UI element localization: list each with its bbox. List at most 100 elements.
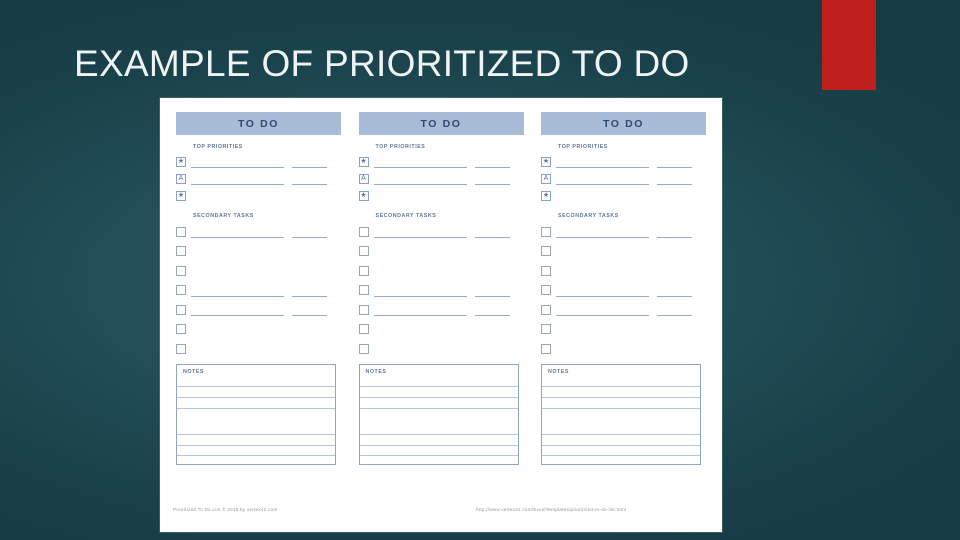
notes-box[interactable]: NOTES [176,363,336,465]
star-icon[interactable]: ★ [541,190,551,201]
notes-ruled-line[interactable] [542,386,700,397]
secondary-due-input-line[interactable] [657,343,692,355]
priority-task-input-line[interactable] [191,173,284,185]
secondary-due-input-line[interactable] [292,323,327,335]
secondary-due-input-line[interactable] [292,245,327,257]
secondary-task-input-line[interactable] [556,265,649,277]
checkbox-icon[interactable] [358,265,369,276]
notes-ruled-line[interactable] [359,407,518,435]
notes-ruled-line[interactable] [359,396,518,408]
secondary-due-input-line[interactable] [474,284,510,297]
secondary-due-input-line[interactable] [474,225,510,239]
notes-ruled-line[interactable] [542,444,700,456]
notes-ruled-line[interactable] [359,455,518,463]
secondary-due-input-line[interactable] [475,265,510,277]
secondary-task-input-line[interactable] [373,303,467,317]
notes-ruled-line[interactable] [542,407,700,435]
checkbox-icon[interactable] [358,226,369,237]
priority-due-input-line[interactable] [657,156,692,168]
checkbox-icon[interactable] [358,343,369,354]
checkbox-icon[interactable] [176,285,186,296]
checkbox-icon[interactable] [358,304,369,315]
notes-ruled-line[interactable] [359,434,518,445]
secondary-due-input-line[interactable] [292,303,327,317]
secondary-due-input-line[interactable] [292,343,327,355]
notes-ruled-line[interactable] [177,444,335,456]
checkbox-icon[interactable] [358,246,369,257]
priority-due-input-line[interactable] [292,156,327,168]
star-icon[interactable]: ★ [176,190,186,201]
secondary-task-input-line[interactable] [374,343,467,355]
secondary-task-input-line[interactable] [191,284,284,297]
notes-ruled-line[interactable] [542,455,700,463]
checkbox-icon[interactable] [176,324,186,335]
checkbox-icon[interactable] [541,265,551,276]
secondary-task-input-line[interactable] [191,245,284,257]
secondary-task-input-line[interactable] [373,225,467,239]
checkbox-icon[interactable] [541,285,551,296]
priority-due-input-line[interactable] [657,173,692,185]
secondary-due-input-line[interactable] [657,303,692,317]
notes-ruled-line[interactable] [359,444,518,456]
priority-due-input-line[interactable] [474,156,510,168]
letter-a-icon[interactable]: A [176,173,186,184]
checkbox-icon[interactable] [176,246,186,257]
checkbox-icon[interactable] [541,226,551,237]
secondary-task-input-line[interactable] [191,225,284,239]
star-icon[interactable]: ★ [541,156,551,167]
notes-box[interactable]: NOTES [541,363,701,465]
checkbox-icon[interactable] [358,324,369,335]
checkbox-icon[interactable] [541,324,551,335]
secondary-task-input-line[interactable] [556,284,649,297]
secondary-due-input-line[interactable] [474,303,510,317]
notes-ruled-line[interactable] [542,434,700,445]
notes-ruled-line[interactable] [359,386,518,397]
checkbox-icon[interactable] [176,265,186,276]
checkbox-icon[interactable] [358,285,369,296]
notes-ruled-line[interactable] [177,455,335,463]
priority-due-input-line[interactable] [292,173,327,185]
secondary-task-input-line[interactable] [374,245,467,257]
priority-task-input-line[interactable] [373,156,467,168]
secondary-due-input-line[interactable] [292,225,327,239]
secondary-task-input-line[interactable] [556,245,649,257]
secondary-task-input-line[interactable] [374,323,467,335]
priority-task-input-line[interactable] [556,156,649,168]
checkbox-icon[interactable] [541,343,551,354]
secondary-due-input-line[interactable] [475,245,510,257]
secondary-due-input-line[interactable] [657,284,692,297]
star-icon[interactable]: ★ [358,190,369,201]
priority-due-input-line[interactable] [475,190,510,201]
notes-ruled-line[interactable] [177,396,335,408]
letter-a-icon[interactable]: A [541,173,551,184]
checkbox-icon[interactable] [176,343,186,354]
priority-task-input-line[interactable] [373,173,467,185]
secondary-task-input-line[interactable] [191,343,284,355]
secondary-due-input-line[interactable] [475,343,510,355]
priority-task-input-line[interactable] [556,190,649,201]
secondary-due-input-line[interactable] [657,225,692,239]
notes-ruled-line[interactable] [177,386,335,397]
secondary-due-input-line[interactable] [292,284,327,297]
checkbox-icon[interactable] [176,304,186,315]
secondary-task-input-line[interactable] [556,343,649,355]
secondary-task-input-line[interactable] [556,323,649,335]
priority-task-input-line[interactable] [556,173,649,185]
star-icon[interactable]: ★ [358,156,369,167]
priority-due-input-line[interactable] [292,190,327,201]
footer-url-text[interactable]: http://www.vertex42.com/ExcelTemplates/p… [476,507,626,512]
secondary-task-input-line[interactable] [373,284,467,297]
secondary-due-input-line[interactable] [657,323,692,335]
priority-task-input-line[interactable] [191,190,284,201]
checkbox-icon[interactable] [176,226,186,237]
priority-task-input-line[interactable] [191,156,284,168]
notes-ruled-line[interactable] [542,396,700,408]
secondary-task-input-line[interactable] [556,303,649,317]
notes-ruled-line[interactable] [177,407,335,435]
secondary-due-input-line[interactable] [657,245,692,257]
secondary-task-input-line[interactable] [191,303,284,317]
letter-a-icon[interactable]: A [358,173,369,184]
checkbox-icon[interactable] [541,304,551,315]
priority-task-input-line[interactable] [374,190,467,201]
secondary-task-input-line[interactable] [191,323,284,335]
